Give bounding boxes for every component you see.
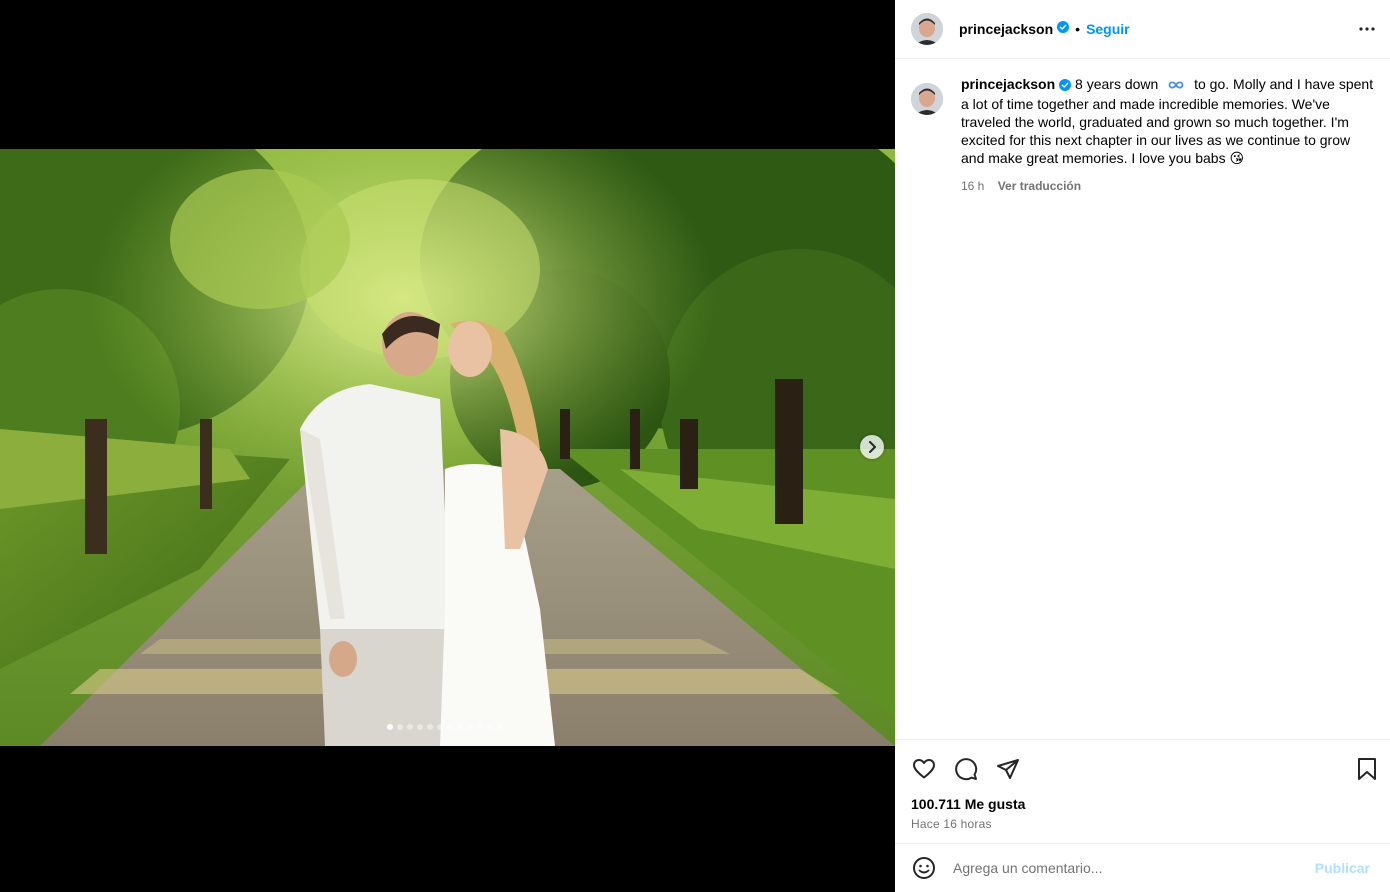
post-side-panel: princejackson • Seguir princejackson 8 y… xyxy=(895,0,1390,892)
media-viewer xyxy=(0,0,895,892)
like-button[interactable] xyxy=(911,756,937,782)
verified-badge-icon xyxy=(1059,77,1072,95)
chevron-right-icon xyxy=(869,441,876,453)
carousel-dot xyxy=(407,724,413,730)
follow-button[interactable]: Seguir xyxy=(1086,21,1130,37)
verified-badge-icon xyxy=(1057,20,1070,38)
infinity-icon xyxy=(1168,76,1184,94)
save-button[interactable] xyxy=(1354,756,1380,782)
caption-part1: 8 years down xyxy=(1075,76,1159,92)
action-bar: 100.711 Me gusta Hace 16 horas xyxy=(895,739,1390,843)
more-options-icon[interactable] xyxy=(1358,19,1376,42)
translate-link[interactable]: Ver traducción xyxy=(998,179,1081,193)
kiss-emoji: 😘 xyxy=(1229,150,1245,166)
caption-username[interactable]: princejackson xyxy=(961,76,1055,92)
comment-button[interactable] xyxy=(953,756,979,782)
carousel-dot xyxy=(437,724,443,730)
carousel-dot xyxy=(387,724,393,730)
emoji-button[interactable] xyxy=(911,855,937,881)
action-icons xyxy=(911,756,1021,782)
post-modal: princejackson • Seguir princejackson 8 y… xyxy=(0,0,1390,892)
post-timestamp[interactable]: Hace 16 horas xyxy=(911,817,992,831)
carousel-dot xyxy=(487,724,493,730)
carousel-dot xyxy=(427,724,433,730)
publish-button[interactable]: Publicar xyxy=(1315,860,1370,876)
username[interactable]: princejackson xyxy=(959,21,1053,37)
likes-count[interactable]: 100.711 Me gusta xyxy=(911,796,1025,812)
separator: • xyxy=(1075,21,1081,37)
share-button[interactable] xyxy=(995,756,1021,782)
caption-time: 16 h xyxy=(961,179,985,193)
share-icon xyxy=(997,759,1019,779)
carousel-dot xyxy=(467,724,473,730)
carousel-dot xyxy=(417,724,423,730)
caption-meta: 16 h Ver traducción xyxy=(961,177,1376,195)
carousel-dot xyxy=(477,724,483,730)
caption-body: princejackson 8 years down to go. Molly … xyxy=(961,75,1376,195)
comment-bar: Publicar xyxy=(895,843,1390,892)
bookmark-icon xyxy=(1358,758,1376,780)
comment-icon xyxy=(955,758,978,781)
avatar[interactable] xyxy=(911,13,943,45)
post-header: princejackson • Seguir xyxy=(895,0,1390,59)
carousel-dot xyxy=(497,724,503,730)
caption-text: princejackson 8 years down to go. Molly … xyxy=(961,75,1376,167)
carousel-dot xyxy=(447,724,453,730)
post-photo xyxy=(0,149,895,746)
next-photo-button[interactable] xyxy=(860,435,884,459)
carousel-indicator xyxy=(387,724,503,730)
caption: princejackson 8 years down to go. Molly … xyxy=(895,59,1390,195)
emoji-icon xyxy=(913,857,935,879)
avatar[interactable] xyxy=(911,83,943,115)
carousel-dot xyxy=(457,724,463,730)
carousel-dot xyxy=(397,724,403,730)
heart-icon xyxy=(913,759,935,779)
comment-input[interactable] xyxy=(953,860,1315,876)
